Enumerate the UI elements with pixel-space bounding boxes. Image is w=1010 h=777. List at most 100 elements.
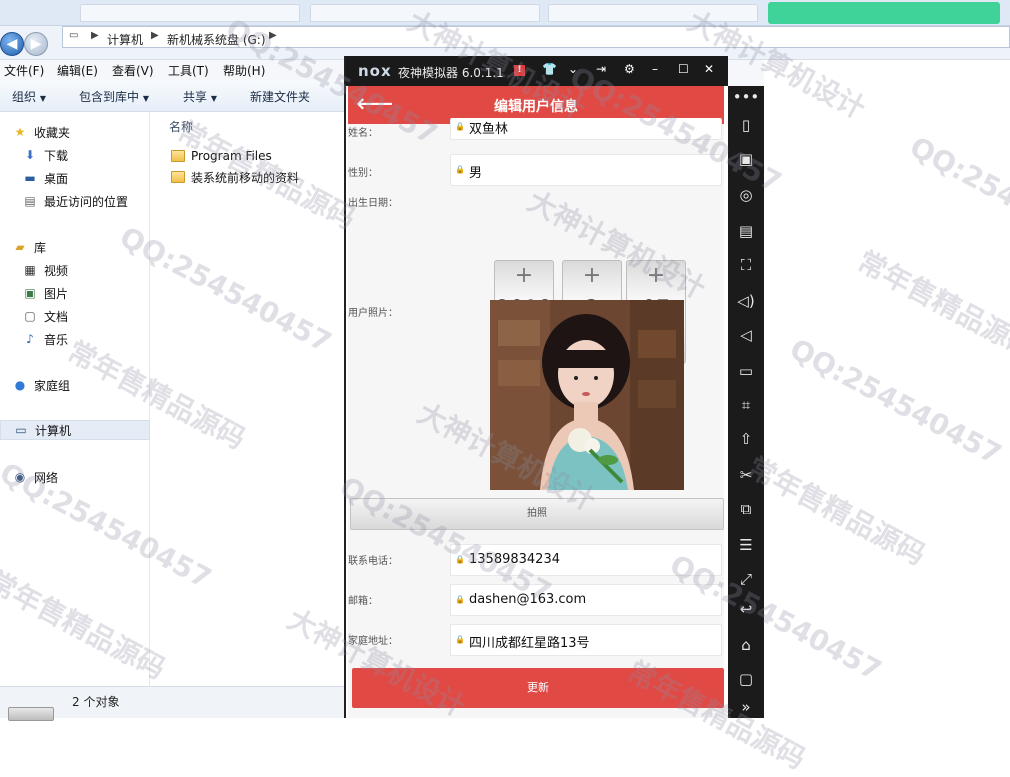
update-button[interactable]: 更新	[352, 668, 724, 708]
back-icon[interactable]: ↩	[728, 600, 764, 618]
warning-icon[interactable]: !	[514, 65, 525, 76]
toolbox-icon[interactable]: ▭	[728, 362, 764, 380]
birthday-label: 出生日期：	[348, 198, 398, 209]
sidebar-item-documents[interactable]: ▢ 文档	[22, 306, 68, 326]
sidebar-item-computer[interactable]: ▭ 计算机	[0, 420, 150, 440]
background-tab[interactable]	[80, 4, 300, 22]
share-button[interactable]: 共享 ▼	[183, 88, 217, 105]
breadcrumb-drive[interactable]: 新机械系统盘 (G:)	[167, 31, 266, 48]
location-icon[interactable]: ◎	[728, 186, 764, 204]
shake-icon[interactable]: ▯	[728, 116, 764, 134]
maximize-icon[interactable]: ☐	[678, 62, 689, 76]
background-tab[interactable]	[548, 4, 758, 22]
volume-down-icon[interactable]: ◁	[728, 326, 764, 344]
menu-view[interactable]: 查看(V)	[112, 62, 154, 79]
multi-instance-icon[interactable]: ⧉	[728, 500, 764, 518]
sidebar-item-network[interactable]: ◉ 网络	[12, 467, 58, 487]
robot-icon[interactable]: ▣	[728, 150, 764, 168]
sidebar-item-favorites[interactable]: ★ 收藏夹	[12, 122, 70, 142]
minimize-icon[interactable]: –	[652, 62, 658, 76]
sidebar-item-homegroup[interactable]: ● 家庭组	[12, 375, 70, 395]
user-photo-image	[490, 300, 684, 490]
sidebar-item-label: 音乐	[44, 332, 69, 347]
sidebar-item-videos[interactable]: ▦ 视频	[22, 260, 68, 280]
chevron-right-icon: ▶	[269, 30, 277, 41]
background-tab[interactable]	[310, 4, 540, 22]
phone-field[interactable]: 🔒 13589834234	[450, 544, 722, 576]
sidebar-item-label: 库	[34, 240, 47, 255]
menu-icon[interactable]: ☰	[728, 536, 764, 554]
menu-edit[interactable]: 编辑(E)	[57, 62, 98, 79]
fullscreen-icon[interactable]: ⛶	[728, 256, 764, 274]
plus-icon[interactable]: +	[563, 261, 621, 291]
lock-icon: 🔒	[455, 122, 465, 131]
star-icon: ★	[14, 125, 26, 139]
folder-icon	[171, 150, 185, 162]
address-bar-row: ◀ ▶ ▭ ▶ 计算机 ▶ 新机械系统盘 (G:) ▶	[0, 26, 1010, 60]
include-in-library-button[interactable]: 包含到库中 ▼	[79, 88, 149, 105]
download-icon: ⬇	[24, 148, 36, 162]
emulator-side-toolbar: ••• ▯ ▣ ◎ ▤ ⛶ ◁) ◁ ▭ ⌗ ⇧ ✂ ⧉ ☰ ⤢ ↩ ⌂ ▢ »	[728, 86, 764, 718]
theme-shirt-icon[interactable]: 👕	[542, 62, 557, 76]
back-button[interactable]: ◀	[0, 32, 24, 56]
file-list: 名称 Program Files 装系统前移动的资料	[151, 112, 344, 686]
lock-icon: 🔒	[455, 555, 465, 564]
home-icon[interactable]: ⌂	[728, 636, 764, 654]
menu-tools[interactable]: 工具(T)	[168, 62, 209, 79]
sidebar-item-label: 下载	[44, 148, 69, 163]
email-field[interactable]: 🔒 dashen@163.com	[450, 584, 722, 616]
sidebar-item-desktop[interactable]: ▬ 桌面	[22, 168, 68, 188]
macro-icon[interactable]: ⌗	[728, 396, 764, 414]
list-item[interactable]: Program Files	[171, 146, 272, 166]
dropdown-arrow-icon: ▼	[142, 94, 149, 103]
name-field[interactable]: 🔒 双鱼林	[450, 118, 722, 140]
breadcrumb-computer[interactable]: 计算机	[107, 31, 143, 48]
item-count: 2 个对象	[72, 695, 120, 709]
name-value: 双鱼林	[469, 122, 509, 137]
file-name: Program Files	[191, 149, 272, 163]
sidebar-item-libraries[interactable]: ▰ 库	[12, 237, 46, 257]
apk-install-icon[interactable]: ⇧	[728, 430, 764, 448]
pin-icon[interactable]: ⇥	[596, 62, 606, 76]
resize-icon[interactable]: ⤢	[728, 570, 764, 588]
address-input[interactable]: ▭ ▶ 计算机 ▶ 新机械系统盘 (G:) ▶	[62, 26, 1010, 48]
gender-field[interactable]: 🔒 男	[450, 154, 722, 186]
take-photo-button[interactable]: 拍照	[350, 498, 724, 530]
sidebar-item-label: 图片	[44, 286, 69, 301]
close-icon[interactable]: ✕	[704, 62, 714, 76]
scissors-icon[interactable]: ✂	[728, 466, 764, 484]
sidebar-item-pictures[interactable]: ▣ 图片	[22, 283, 68, 303]
chevron-right-icon: ▶	[91, 30, 99, 41]
list-item[interactable]: 装系统前移动的资料	[171, 167, 299, 187]
nox-logo: nox	[358, 62, 392, 80]
address-field[interactable]: 🔒 四川成都红星路13号	[450, 624, 722, 656]
emulator-title-bar[interactable]: nox 夜神模拟器 6.0.1.1 ! 👕 ⌄ ⇥ ⚙ – ☐ ✕	[346, 56, 728, 86]
chevron-down-icon[interactable]: ⌄	[568, 62, 578, 76]
new-folder-button[interactable]: 新建文件夹	[250, 88, 310, 105]
desktop-icon: ▬	[24, 171, 36, 185]
library-icon: ▰	[15, 240, 25, 254]
top-tab-strip	[0, 0, 1010, 26]
explorer-right-area	[764, 60, 1010, 718]
keyboard-icon[interactable]: ▤	[728, 222, 764, 240]
expand-icon[interactable]: »	[728, 698, 764, 716]
plus-icon[interactable]: +	[495, 261, 553, 291]
column-header-name[interactable]: 名称	[169, 118, 193, 135]
green-banner[interactable]	[768, 2, 1000, 24]
menu-file[interactable]: 文件(F)	[4, 62, 44, 79]
page-title: 编辑用户信息	[494, 99, 578, 115]
sidebar-item-music[interactable]: ♪ 音乐	[22, 329, 68, 349]
gear-icon[interactable]: ⚙	[624, 62, 635, 76]
dropdown-arrow-icon: ▼	[210, 94, 217, 103]
computer-icon: ▭	[15, 423, 27, 437]
sidebar-item-recent[interactable]: ▤ 最近访问的位置	[22, 191, 128, 211]
sidebar-item-downloads[interactable]: ⬇ 下载	[22, 145, 68, 165]
menu-help[interactable]: 帮助(H)	[223, 62, 265, 79]
organize-label: 组织	[12, 90, 37, 104]
volume-up-icon[interactable]: ◁)	[728, 292, 764, 310]
plus-icon[interactable]: +	[627, 261, 685, 291]
more-icon[interactable]: •••	[728, 88, 764, 106]
forward-button[interactable]: ▶	[24, 32, 48, 56]
recent-apps-icon[interactable]: ▢	[728, 670, 764, 688]
organize-button[interactable]: 组织 ▼	[12, 88, 46, 105]
